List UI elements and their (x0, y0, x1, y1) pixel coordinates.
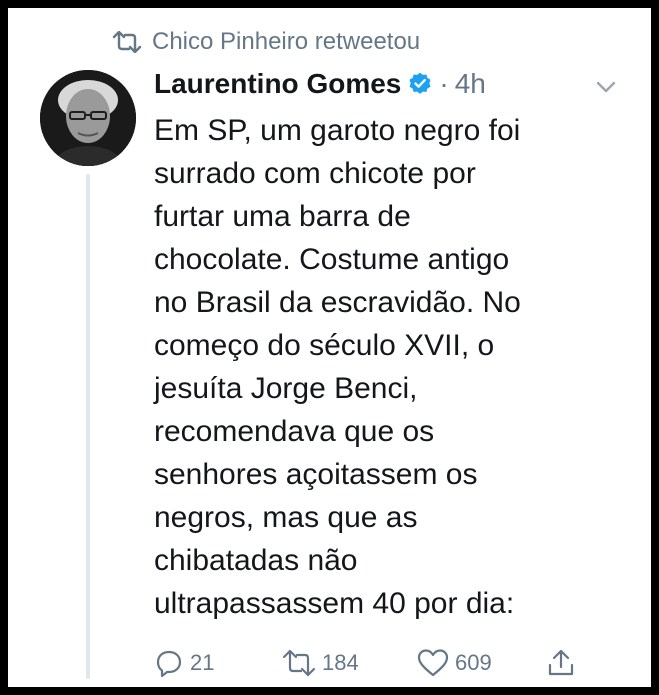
tweet-card[interactable]: Chico Pinheiro retweetou Laurentino Gome… (8, 8, 651, 687)
like-button[interactable]: 609 (417, 646, 492, 680)
retweet-icon (282, 649, 316, 677)
reply-button[interactable]: 21 (154, 646, 214, 680)
avatar[interactable] (40, 70, 136, 166)
retweet-count: 184 (322, 650, 359, 675)
chevron-down-icon[interactable] (593, 74, 619, 100)
like-count: 609 (455, 650, 492, 675)
retweet-icon (112, 31, 142, 53)
retweet-button[interactable]: 184 (282, 646, 359, 680)
tweet-text: Em SP, um garoto negro foi surrado com c… (154, 114, 521, 620)
reply-icon (154, 648, 184, 678)
retweet-context: Chico Pinheiro retweetou (112, 28, 420, 56)
reply-count: 21 (190, 650, 215, 675)
share-icon (546, 648, 576, 678)
verified-badge-icon (407, 71, 433, 97)
retweet-context-text: Chico Pinheiro retweetou (152, 28, 421, 55)
tweet-actions: 21 184 609 (154, 646, 574, 680)
tweet-timestamp[interactable]: 4h (455, 66, 486, 102)
author-name[interactable]: Laurentino Gomes (154, 66, 401, 102)
tweet-separator: · (439, 68, 449, 99)
thread-line (86, 174, 90, 679)
tweet-header: Laurentino Gomes · 4h (154, 66, 486, 102)
share-button[interactable] (546, 646, 576, 680)
heart-icon (417, 648, 449, 678)
